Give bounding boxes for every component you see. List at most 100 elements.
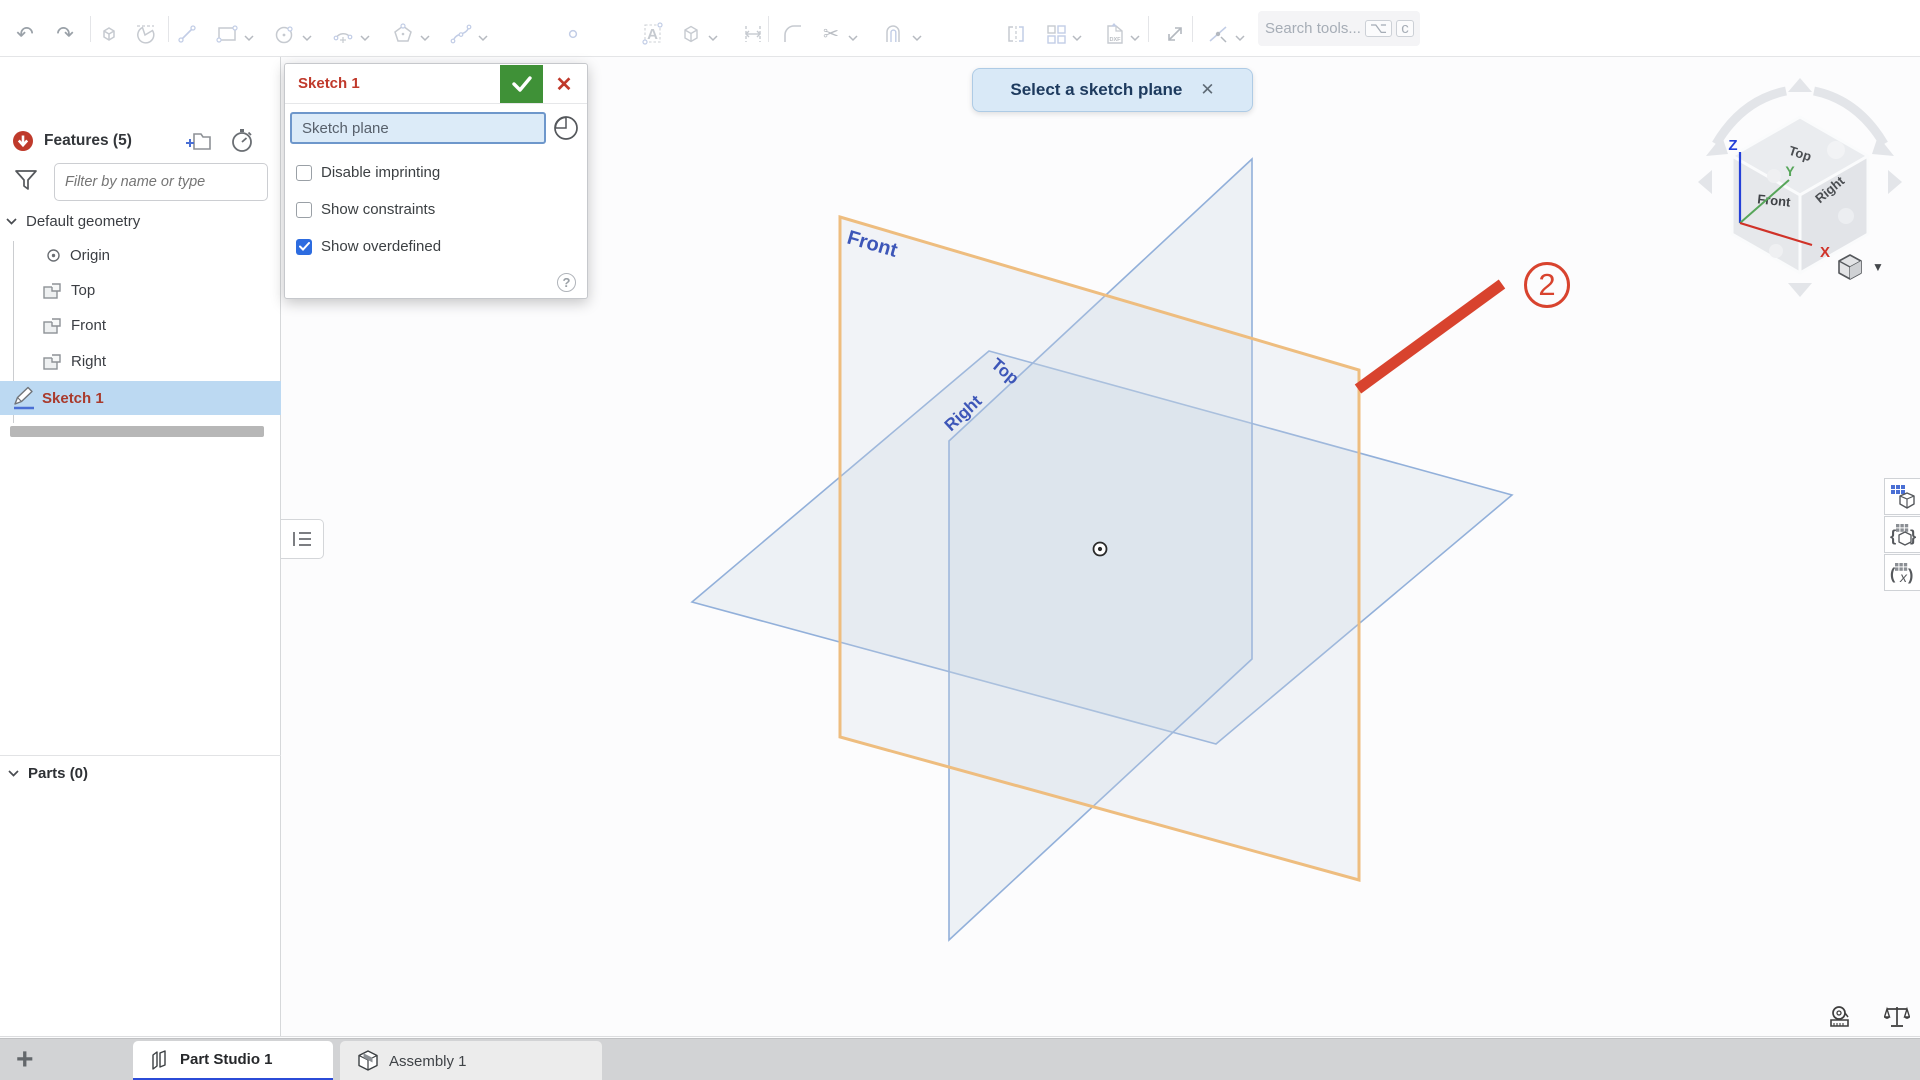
panel-collapse-handle[interactable]: [281, 519, 324, 559]
text-tool-icon[interactable]: A: [640, 21, 666, 47]
tab-part-studio-1[interactable]: Part Studio 1: [133, 1041, 333, 1080]
line-tool-icon[interactable]: [174, 21, 200, 47]
named-views-button[interactable]: [1884, 478, 1920, 515]
cancel-button[interactable]: ✕: [549, 69, 579, 99]
clock-icon[interactable]: [553, 115, 579, 141]
pattern-dropdown-chevron[interactable]: [1072, 30, 1082, 38]
sketch-item-label: Sketch 1: [42, 390, 104, 407]
option-show-constraints[interactable]: Show constraints: [296, 201, 435, 218]
trim-dropdown-chevron[interactable]: [848, 30, 858, 38]
rotate-right-arrow[interactable]: [1888, 170, 1902, 194]
option-label: Disable imprinting: [321, 164, 440, 181]
notification-close-icon[interactable]: ✕: [1200, 80, 1214, 100]
mass-properties-button[interactable]: [1882, 1002, 1912, 1032]
sketch-dialog: Sketch 1 ✕ Sketch plane Disable imprinti…: [284, 63, 588, 299]
grid-variable-icon: ( x ): [1889, 559, 1917, 587]
braces-cube-icon: { }: [1889, 521, 1917, 549]
toolbar-separator: [768, 16, 769, 42]
view-orientation-button[interactable]: ▼: [1836, 252, 1884, 282]
option-show-overdefined[interactable]: Show overdefined: [296, 238, 441, 255]
constraint-tool-icon[interactable]: [1205, 21, 1231, 47]
spline-tool-icon[interactable]: [448, 21, 474, 47]
chevron-down-icon[interactable]: [8, 770, 19, 777]
redo-button[interactable]: ↷: [52, 21, 78, 47]
offset-dropdown-chevron[interactable]: [912, 30, 922, 38]
offset-tool-icon[interactable]: [880, 21, 906, 47]
annotation-number: 2: [1538, 267, 1555, 303]
assembly-icon: [356, 1049, 380, 1073]
search-tools-input[interactable]: Search tools... ⌥ c: [1258, 11, 1420, 46]
y-axis-label: Y: [1785, 163, 1795, 179]
tree-item-origin[interactable]: Origin: [46, 239, 110, 272]
spline-dropdown-chevron[interactable]: [478, 30, 488, 38]
use-tool-icon[interactable]: [678, 21, 704, 47]
tree-item-top[interactable]: Top: [42, 274, 95, 307]
default-geometry-group[interactable]: Default geometry: [6, 205, 140, 238]
circle-dropdown-chevron[interactable]: [302, 30, 312, 38]
option-label: Show overdefined: [321, 238, 441, 255]
filter-icon[interactable]: [13, 167, 39, 193]
transform-tool-icon[interactable]: [1162, 21, 1188, 47]
measure-tool-button[interactable]: [1826, 1002, 1856, 1032]
checkbox-unchecked[interactable]: [296, 202, 312, 218]
export-dxf-icon[interactable]: DXF: [1102, 21, 1128, 47]
fillet-tool-icon[interactable]: [780, 21, 806, 47]
rectangle-tool-icon[interactable]: [214, 21, 240, 47]
rollback-bar[interactable]: [10, 426, 264, 437]
arc-dropdown-chevron[interactable]: [360, 30, 370, 38]
search-tools-placeholder: Search tools...: [1265, 20, 1361, 37]
chevron-down-icon[interactable]: ▼: [1872, 260, 1884, 274]
tab-assembly-1[interactable]: Assembly 1: [340, 1041, 602, 1080]
toolbar-separator: [1192, 16, 1193, 42]
help-icon[interactable]: ?: [557, 273, 576, 292]
origin-marker[interactable]: [1094, 543, 1107, 556]
use-dropdown-chevron[interactable]: [708, 30, 718, 38]
dxf-dropdown-chevron[interactable]: [1130, 30, 1140, 38]
parts-section-header[interactable]: Parts (0): [8, 757, 88, 790]
toolbar-separator: [168, 16, 169, 42]
confirm-button[interactable]: [500, 65, 543, 103]
option-label: Show constraints: [321, 201, 435, 218]
rotate-down-arrow[interactable]: [1788, 283, 1812, 297]
rotate-left-arrow[interactable]: [1698, 170, 1712, 194]
configurations-button[interactable]: { }: [1884, 516, 1920, 553]
trim-tool-icon[interactable]: ✂: [818, 21, 844, 47]
undo-button[interactable]: ↶: [12, 21, 38, 47]
chevron-down-icon[interactable]: [6, 218, 17, 225]
point-tool-icon[interactable]: [560, 21, 586, 47]
revolve-icon[interactable]: [132, 21, 158, 47]
new-folder-icon[interactable]: [186, 130, 212, 152]
add-tab-button[interactable]: +: [16, 1041, 34, 1079]
stopwatch-icon[interactable]: [230, 127, 254, 153]
polygon-tool-icon[interactable]: [390, 21, 416, 47]
sketch-plane-field[interactable]: Sketch plane: [290, 112, 546, 144]
view-cube[interactable]: Top Front Right Z Y X: [1686, 66, 1920, 307]
rotate-up-arrow[interactable]: [1788, 78, 1812, 92]
tree-item-sketch1-selected[interactable]: Sketch 1: [0, 381, 281, 415]
toolbar-separator: [90, 16, 91, 42]
plane-icon: [42, 353, 62, 371]
tree-item-front[interactable]: Front: [42, 309, 106, 342]
mirror-tool-icon[interactable]: [1003, 21, 1029, 47]
rectangle-dropdown-chevron[interactable]: [244, 30, 254, 38]
features-panel: Features (5) Default geometry Origin: [0, 57, 281, 1036]
pattern-tool-icon[interactable]: [1043, 21, 1069, 47]
extrude-icon[interactable]: [96, 21, 122, 47]
x-axis-label: X: [1820, 244, 1830, 261]
parts-section-label: Parts (0): [28, 765, 88, 782]
tree-item-label: Front: [71, 317, 106, 334]
circle-tool-icon[interactable]: [272, 21, 298, 47]
filter-input[interactable]: [54, 163, 268, 201]
pencil-icon: [12, 386, 36, 412]
constraint-dropdown-chevron[interactable]: [1235, 30, 1245, 38]
option-disable-imprinting[interactable]: Disable imprinting: [296, 164, 440, 181]
view-cube-body[interactable]: [1732, 117, 1868, 273]
tree-item-right[interactable]: Right: [42, 345, 106, 378]
checkbox-checked[interactable]: [296, 239, 312, 255]
polygon-dropdown-chevron[interactable]: [420, 30, 430, 38]
arc-tool-icon[interactable]: [330, 21, 356, 47]
dimension-tool-icon[interactable]: [740, 21, 766, 47]
variables-button[interactable]: ( x ): [1884, 554, 1920, 591]
checkmark-icon: [512, 76, 532, 92]
checkbox-unchecked[interactable]: [296, 165, 312, 181]
